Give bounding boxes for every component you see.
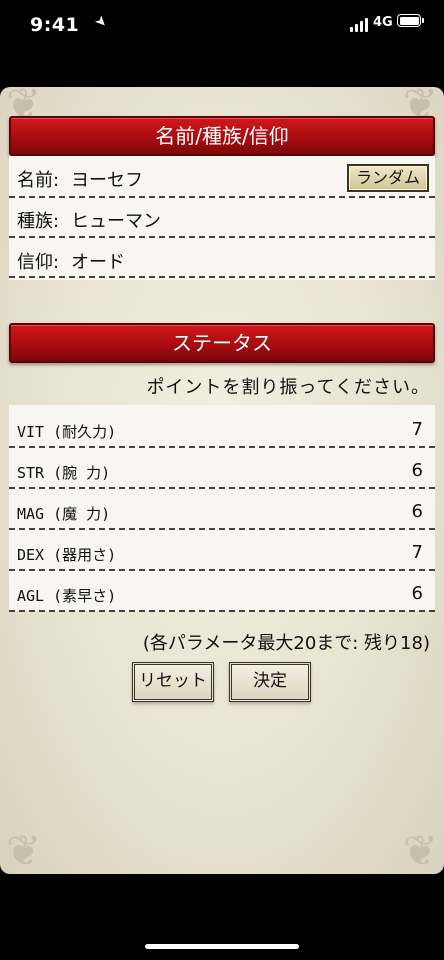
stat-label: DEX (器用さ)	[17, 546, 117, 564]
profile-section-title: 名前/種族/信仰	[155, 124, 289, 148]
race-row[interactable]: 種族: ヒューマン	[9, 198, 435, 238]
battery-icon	[397, 14, 424, 27]
stat-row-dex[interactable]: DEX (器用さ) 7	[9, 530, 435, 571]
stat-label: AGL (素早さ)	[17, 587, 117, 605]
stat-value: 7	[411, 542, 423, 563]
instruction-text: ポイントを割り振ってください。	[146, 377, 430, 398]
points-remaining-note: (各パラメータ最大20まで: 残り18)	[142, 633, 430, 654]
location-arrow-icon: ➤	[91, 12, 111, 32]
name-label: 名前:	[17, 170, 60, 191]
stat-value: 6	[411, 583, 423, 604]
home-indicator[interactable]	[145, 944, 299, 949]
status-section-title: ステータス	[172, 331, 272, 355]
race-label: 種族:	[17, 211, 60, 232]
faith-value: オード	[71, 252, 125, 273]
stat-value: 6	[411, 460, 423, 481]
corner-ornament-icon: ❦	[402, 826, 438, 874]
confirm-button[interactable]: 決定	[229, 662, 311, 702]
stat-row-str[interactable]: STR (腕 力) 6	[9, 448, 435, 489]
stat-row-agl[interactable]: AGL (素早さ) 6	[9, 571, 435, 612]
stat-value: 6	[411, 501, 423, 522]
signal-icon	[350, 18, 368, 32]
stat-label: VIT (耐久力)	[17, 423, 117, 441]
network-label: 4G	[373, 15, 393, 30]
stat-row-mag[interactable]: MAG (魔 力) 6	[9, 489, 435, 530]
status-time: 9:41	[30, 14, 80, 36]
stat-label: STR (腕 力)	[17, 464, 111, 482]
name-value: ヨーセフ	[71, 170, 143, 191]
corner-ornament-icon: ❦	[6, 826, 42, 874]
faith-row[interactable]: 信仰: オード	[9, 238, 435, 278]
status-bar: 9:41 ➤ 4G	[0, 0, 444, 56]
faith-label: 信仰:	[17, 252, 60, 273]
race-value: ヒューマン	[71, 211, 161, 232]
stat-label: MAG (魔 力)	[17, 505, 111, 523]
status-section-banner: ステータス	[9, 323, 435, 363]
random-button[interactable]: ランダム	[347, 164, 429, 192]
stat-value: 7	[411, 419, 423, 440]
profile-section-banner: 名前/種族/信仰	[9, 116, 435, 156]
reset-button[interactable]: リセット	[132, 662, 214, 702]
stat-row-vit[interactable]: VIT (耐久力) 7	[9, 407, 435, 448]
